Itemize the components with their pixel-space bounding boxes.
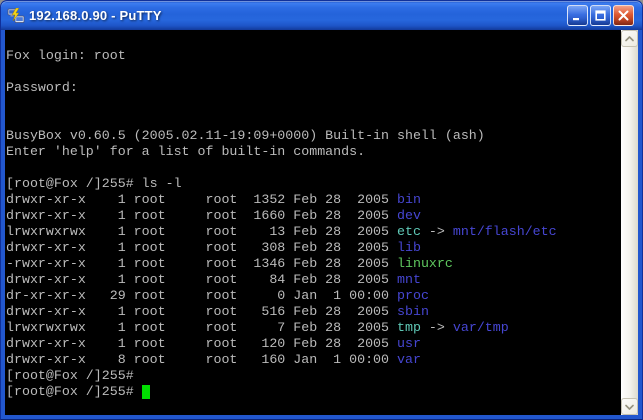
scrollbar: [621, 30, 638, 415]
terminal-screen[interactable]: Fox login: root Password: BusyBox v0.60.…: [6, 48, 620, 415]
terminal-line: drwxr-xr-x 1 root root 516 Feb 28 2005 s…: [6, 304, 620, 320]
terminal-line: drwxr-xr-x 1 root root 308 Feb 28 2005 l…: [6, 240, 620, 256]
putty-window: 192.168.0.90 - PuTTY Fox login:: [0, 0, 643, 420]
chevron-down-icon: [625, 404, 634, 410]
terminal-cursor: [142, 385, 150, 399]
terminal-line: drwxr-xr-x 1 root root 1352 Feb 28 2005 …: [6, 192, 620, 208]
terminal-line: [root@Fox /]255# ls -l: [6, 176, 620, 192]
maximize-icon: [594, 9, 607, 22]
scroll-up-button[interactable]: [621, 30, 638, 47]
terminal-line: drwxr-xr-x 1 root root 84 Feb 28 2005 mn…: [6, 272, 620, 288]
terminal-line: [6, 96, 620, 112]
terminal-line: [root@Fox /]255#: [6, 368, 620, 384]
terminal-line: [6, 112, 620, 128]
terminal-line: BusyBox v0.60.5 (2005.02.11-19:09+0000) …: [6, 128, 620, 144]
terminal-line: drwxr-xr-x 8 root root 160 Jan 1 00:00 v…: [6, 352, 620, 368]
title-bar[interactable]: 192.168.0.90 - PuTTY: [1, 1, 642, 30]
terminal-line: [6, 160, 620, 176]
terminal-line: dr-xr-xr-x 29 root root 0 Jan 1 00:00 pr…: [6, 288, 620, 304]
terminal-line: [root@Fox /]255#: [6, 384, 620, 400]
terminal-line: Password:: [6, 80, 620, 96]
terminal-line: drwxr-xr-x 1 root root 120 Feb 28 2005 u…: [6, 336, 620, 352]
terminal-line: drwxr-xr-x 1 root root 1660 Feb 28 2005 …: [6, 208, 620, 224]
maximize-button[interactable]: [590, 5, 611, 26]
terminal-line: Fox login: root: [6, 48, 620, 64]
minimize-button[interactable]: [567, 5, 588, 26]
minimize-icon: [571, 9, 584, 22]
window-controls: [567, 5, 634, 26]
putty-app-icon[interactable]: [7, 8, 25, 24]
window-title: 192.168.0.90 - PuTTY: [29, 8, 162, 23]
terminal-line: -rwxr-xr-x 1 root root 1346 Feb 28 2005 …: [6, 256, 620, 272]
window-body: Fox login: root Password: BusyBox v0.60.…: [5, 30, 638, 415]
chevron-up-icon: [625, 36, 634, 42]
terminal-line: [6, 64, 620, 80]
terminal-line: lrwxrwxrwx 1 root root 7 Feb 28 2005 tmp…: [6, 320, 620, 336]
scroll-down-button[interactable]: [621, 398, 638, 415]
terminal-line: Enter 'help' for a list of built-in comm…: [6, 144, 620, 160]
close-icon: [617, 9, 630, 22]
terminal-line: lrwxrwxrwx 1 root root 13 Feb 28 2005 et…: [6, 224, 620, 240]
scrollbar-thumb[interactable]: [621, 47, 638, 398]
close-button[interactable]: [613, 5, 634, 26]
terminal-lines: Fox login: root Password: BusyBox v0.60.…: [6, 48, 620, 400]
